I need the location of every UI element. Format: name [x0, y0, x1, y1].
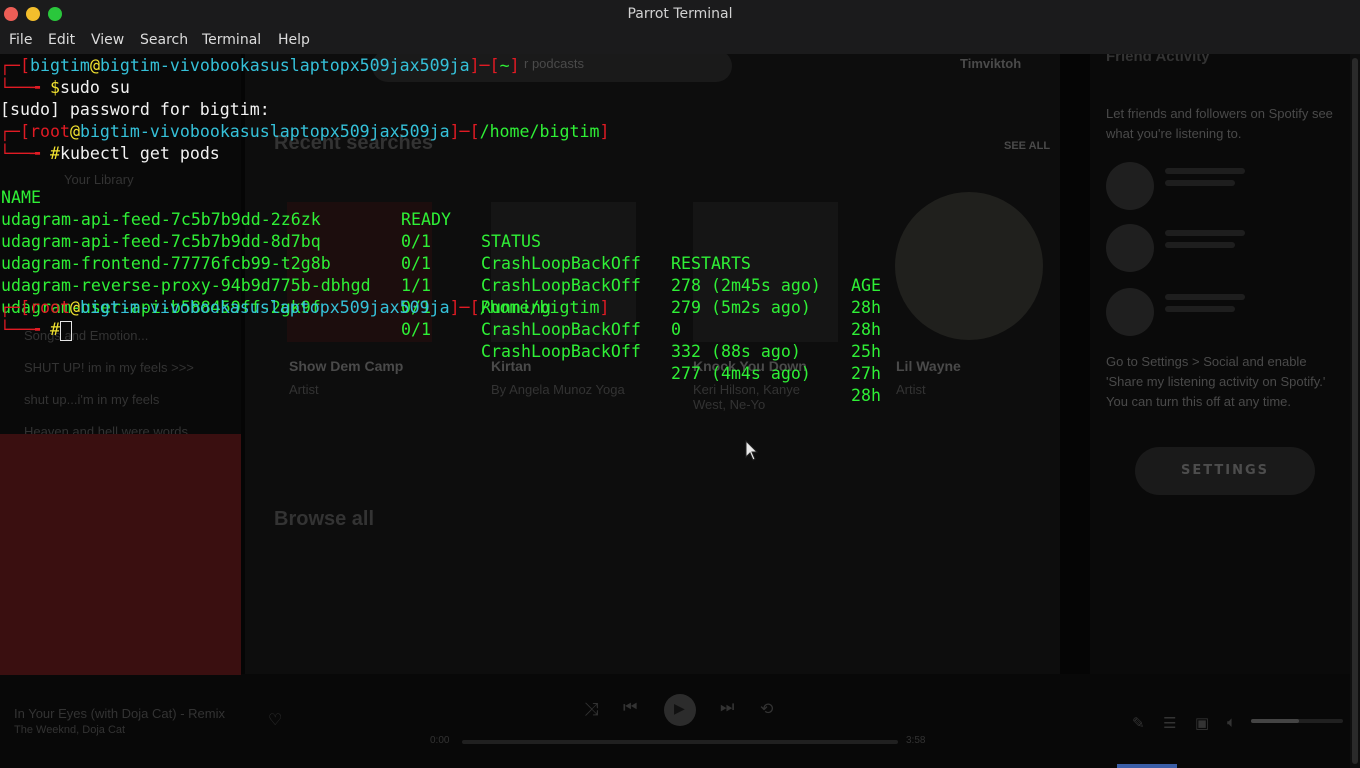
prompt-host: bigtim-vivobookasuslaptopx509jax509ja	[79, 122, 450, 141]
table-header: NAME READY STATUS RESTARTS AGE	[1, 188, 881, 295]
prompt-cwd: /home/bigtim	[479, 122, 600, 141]
prompt-line: ┌─[root@bigtim-vivobookasuslaptopx509jax…	[0, 122, 610, 141]
table-row: udagram-api-feed-7c5b7b9dd-2z6zk 0/1 Cra…	[1, 210, 881, 317]
terminal-output[interactable]: ┌─[bigtim@bigtim-vivobookasuslaptopx509j…	[0, 54, 1350, 768]
menu-bar: File Edit View Search Terminal Help	[0, 28, 1360, 54]
prompt-user: root	[29, 298, 70, 317]
menu-edit[interactable]: Edit	[48, 32, 75, 48]
prompt-user: bigtim	[29, 56, 90, 75]
prompt-user: root	[29, 122, 70, 141]
text-cursor	[59, 320, 72, 341]
prompt-cwd: /home/bigtim	[479, 298, 600, 317]
command-line[interactable]: └──╼ #	[0, 319, 72, 341]
prompt-line: ┌─[root@bigtim-vivobookasuslaptopx509jax…	[0, 298, 610, 317]
prompt-line: ┌─[bigtim@bigtim-vivobookasuslaptopx509j…	[0, 56, 520, 75]
prompt-host: bigtim-vivobookasuslaptopx509jax509ja	[99, 56, 470, 75]
command-text: sudo su	[59, 78, 130, 97]
menu-search[interactable]: Search	[140, 32, 188, 48]
command-text: kubectl get pods	[59, 144, 220, 163]
window-title: Parrot Terminal	[627, 6, 733, 22]
menu-file[interactable]: File	[9, 32, 32, 48]
menu-view[interactable]: View	[91, 32, 124, 48]
command-line: └──╼ $sudo su	[0, 78, 130, 97]
table-row: udagram-reverse-proxy-94b9d775b-dbhgd 0/…	[1, 276, 881, 383]
sudo-password-prompt: [sudo] password for bigtim:	[0, 100, 270, 119]
table-row: udagram-api-feed-7c5b7b9dd-8d7bq 0/1 Cra…	[1, 232, 881, 339]
prompt-cwd: ~	[499, 56, 510, 75]
table-row: udagram-user-api-b588459ff-2gk9f 0/1 Cra…	[1, 298, 881, 405]
menu-help[interactable]: Help	[278, 32, 310, 48]
table-row: udagram-frontend-77776fcb99-t2g8b 1/1 Ru…	[1, 254, 881, 361]
prompt-host: bigtim-vivobookasuslaptopx509jax509ja	[79, 298, 450, 317]
taskbar-indicator	[1117, 764, 1177, 768]
title-bar: Parrot Terminal	[0, 0, 1360, 28]
scrollbar-thumb[interactable]	[1352, 58, 1358, 764]
menu-terminal[interactable]: Terminal	[202, 32, 261, 48]
command-line: └──╼ #kubectl get pods	[0, 144, 220, 163]
mouse-pointer-icon	[745, 440, 759, 461]
